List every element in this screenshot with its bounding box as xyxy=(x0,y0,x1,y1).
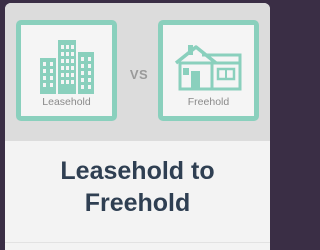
vs-label: VS xyxy=(129,67,149,82)
freehold-tile: Freehold xyxy=(158,20,259,121)
apartment-building-icon xyxy=(39,40,94,94)
leasehold-tile: Leasehold xyxy=(16,20,117,121)
hero-banner: Leasehold VS Freehold xyxy=(5,3,270,141)
title-line-2: Freehold xyxy=(84,189,191,217)
title-line-1: Leasehold to xyxy=(60,157,215,185)
article-title[interactable]: Leasehold to Freehold xyxy=(5,155,270,219)
freehold-caption: Freehold xyxy=(187,96,230,108)
card-divider xyxy=(5,242,270,243)
leasehold-caption: Leasehold xyxy=(42,96,91,108)
article-card[interactable]: Leasehold VS Freehold Leasehold to Freeh… xyxy=(5,3,270,250)
house-icon xyxy=(174,45,241,91)
